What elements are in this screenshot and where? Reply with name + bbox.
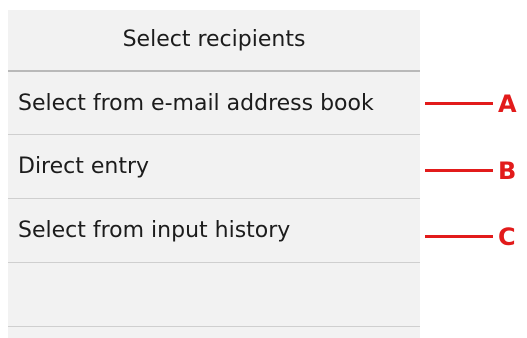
menu-item-label: Select from e-mail address book bbox=[18, 91, 374, 116]
menu-item-empty bbox=[8, 262, 420, 324]
callout-label-c: C bbox=[498, 223, 516, 251]
callout-line-a bbox=[425, 102, 493, 105]
callout-label-a: A bbox=[498, 90, 517, 118]
recipients-menu-panel: Select recipients Select from e-mail add… bbox=[8, 10, 420, 338]
menu-item-label: Direct entry bbox=[18, 154, 150, 179]
screen-title: Select recipients bbox=[122, 27, 306, 52]
menu-item-email-address-book[interactable]: Select from e-mail address book bbox=[8, 70, 420, 132]
menu-item-partial bbox=[8, 326, 420, 338]
menu-item-label: Select from input history bbox=[18, 218, 291, 243]
callout-line-c bbox=[425, 235, 493, 238]
menu-item-direct-entry[interactable]: Direct entry bbox=[8, 134, 420, 196]
callout-label-b: B bbox=[498, 157, 517, 185]
menu-item-input-history[interactable]: Select from input history bbox=[8, 198, 420, 260]
callout-line-b bbox=[425, 169, 493, 172]
